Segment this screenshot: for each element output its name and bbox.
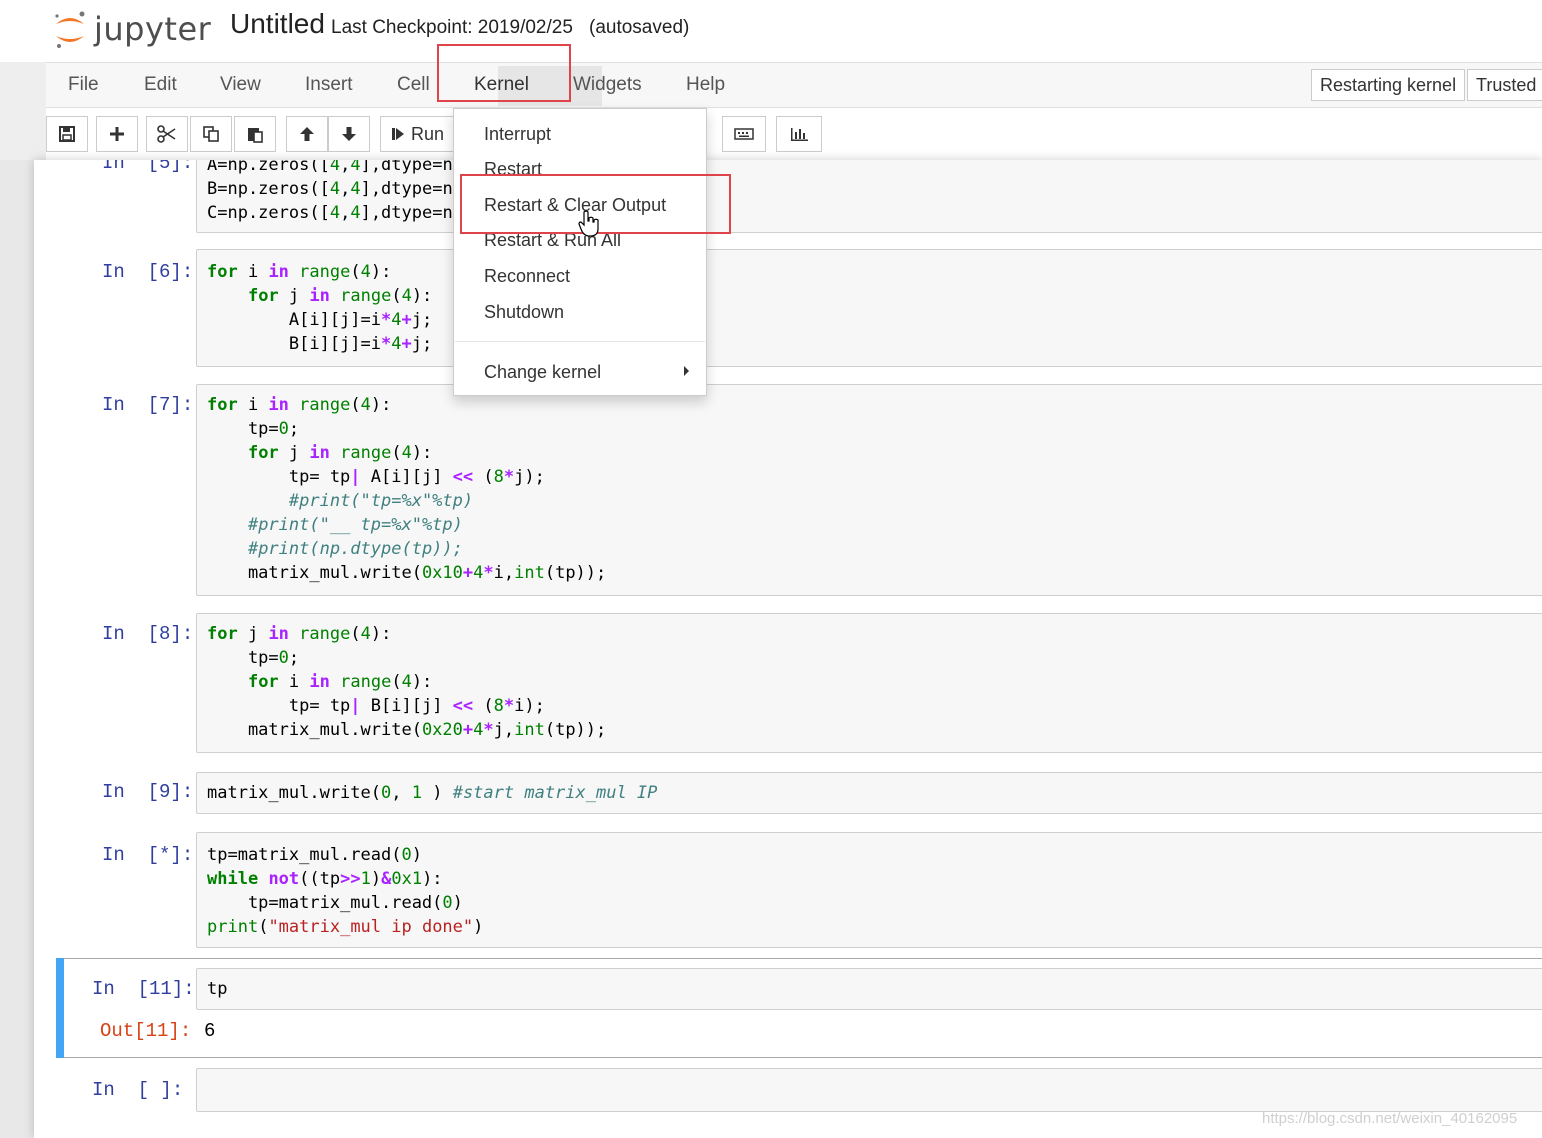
kernel-menu-highlight-box xyxy=(437,44,571,102)
submenu-arrow-icon xyxy=(684,366,689,376)
menu-widgets[interactable]: Widgets xyxy=(573,74,642,96)
menu-item-reconnect[interactable]: Reconnect xyxy=(484,266,570,287)
run-label: Run xyxy=(411,123,445,144)
menu-item-interrupt[interactable]: Interrupt xyxy=(484,124,551,145)
insert-cell-button[interactable] xyxy=(96,116,138,152)
cell-prompt: In [8]: xyxy=(102,623,194,645)
kernel-status-indicator: Restarting kernel xyxy=(1311,69,1466,101)
cell-prompt: In [9]: xyxy=(102,781,194,803)
logo-text: jupyter xyxy=(94,10,212,48)
checkpoint-status: Last Checkpoint: 2019/02/25 xyxy=(331,17,573,38)
keyboard-icon xyxy=(734,128,754,140)
bar-chart-icon xyxy=(791,128,808,141)
output-prompt: Out[11]: xyxy=(100,1020,192,1042)
menu-edit[interactable]: Edit xyxy=(144,74,177,96)
code-cell-input[interactable]: for i in range(4): tp=0; for j in range(… xyxy=(196,384,1542,596)
arrow-up-icon xyxy=(300,127,314,141)
jupyter-logo-icon xyxy=(55,11,85,48)
move-down-button[interactable] xyxy=(328,116,370,152)
copy-button[interactable] xyxy=(190,116,232,152)
menu-item-shutdown[interactable]: Shutdown xyxy=(484,302,564,323)
code-text: tp=matrix_mul.read(0) while not((tp>>1)&… xyxy=(207,845,484,937)
copy-icon xyxy=(203,126,219,142)
notebook-margin xyxy=(0,160,34,1138)
cell-prompt: In [11]: xyxy=(92,978,195,1000)
code-cell-input[interactable] xyxy=(196,1068,1542,1112)
autosave-status: (autosaved) xyxy=(589,17,690,38)
menu-divider xyxy=(455,341,705,342)
menu-file[interactable]: File xyxy=(68,74,99,96)
command-palette-button[interactable] xyxy=(722,116,766,152)
code-text: for i in range(4): tp=0; for j in range(… xyxy=(207,395,607,583)
menu-item-change-kernel[interactable]: Change kernel xyxy=(484,362,601,383)
cell-prompt: In [6]: xyxy=(102,261,194,283)
save-icon xyxy=(59,126,75,142)
hand-pointer-icon xyxy=(578,210,599,237)
code-cell-input[interactable]: for i in range(4): for j in range(4): A[… xyxy=(196,249,1542,367)
menu-help[interactable]: Help xyxy=(686,74,725,96)
cell-prompt: In [ ]: xyxy=(92,1079,184,1101)
trusted-button[interactable]: Trusted xyxy=(1467,69,1542,101)
code-text: matrix_mul.write(0, 1 ) #start matrix_mu… xyxy=(207,783,658,803)
code-cell-input[interactable]: A=np.zeros([4,4],dtype=np.uint8) B=np.ze… xyxy=(196,160,1542,233)
save-button[interactable] xyxy=(46,116,88,152)
cell-prompt: In [7]: xyxy=(102,394,194,416)
menubar: File Edit View Insert Cell Kernel Widget… xyxy=(46,62,1542,108)
cell-prompt: In [*]: xyxy=(102,844,194,866)
cell-prompt: In [5]: xyxy=(102,160,194,174)
code-cell-input[interactable]: tp=matrix_mul.read(0) while not((tp>>1)&… xyxy=(196,832,1542,948)
paste-button[interactable] xyxy=(234,116,276,152)
code-text: for j in range(4): tp=0; for i in range(… xyxy=(207,624,607,740)
notebook-name[interactable]: Untitled xyxy=(230,8,325,40)
cell-output: 6 xyxy=(204,1020,216,1042)
run-button[interactable]: Run xyxy=(380,116,456,152)
step-forward-icon xyxy=(392,128,404,140)
code-cell-input[interactable]: tp xyxy=(196,968,1542,1010)
code-text: tp xyxy=(207,979,228,999)
code-text: for i in range(4): for j in range(4): A[… xyxy=(207,262,433,354)
menu-insert[interactable]: Insert xyxy=(305,74,353,96)
cut-button[interactable] xyxy=(146,116,188,152)
scissors-icon xyxy=(157,125,176,143)
header: jupyter Untitled Last Checkpoint: 2019/0… xyxy=(0,0,1542,62)
selected-cell-indicator xyxy=(56,958,64,1058)
notebook-container: In [5]: A=np.zeros([4,4],dtype=np.uint8)… xyxy=(34,160,1542,1138)
move-up-button[interactable] xyxy=(286,116,328,152)
plus-icon xyxy=(110,127,124,141)
chart-button[interactable] xyxy=(776,116,822,152)
code-cell-input[interactable]: for j in range(4): tp=0; for i in range(… xyxy=(196,613,1542,753)
jupyter-logo[interactable]: jupyter xyxy=(52,6,212,54)
arrow-down-icon xyxy=(342,127,356,141)
kernel-dropdown-menu: Interrupt Restart Restart & Clear Output… xyxy=(453,108,707,396)
code-cell-input[interactable]: matrix_mul.write(0, 1 ) #start matrix_mu… xyxy=(196,772,1542,814)
toolbar: Run xyxy=(46,108,1542,160)
menu-view[interactable]: View xyxy=(220,74,261,96)
menu-cell[interactable]: Cell xyxy=(397,74,430,96)
paste-icon xyxy=(248,128,263,143)
watermark-text: https://blog.csdn.net/weixin_40162095 xyxy=(1262,1110,1518,1127)
